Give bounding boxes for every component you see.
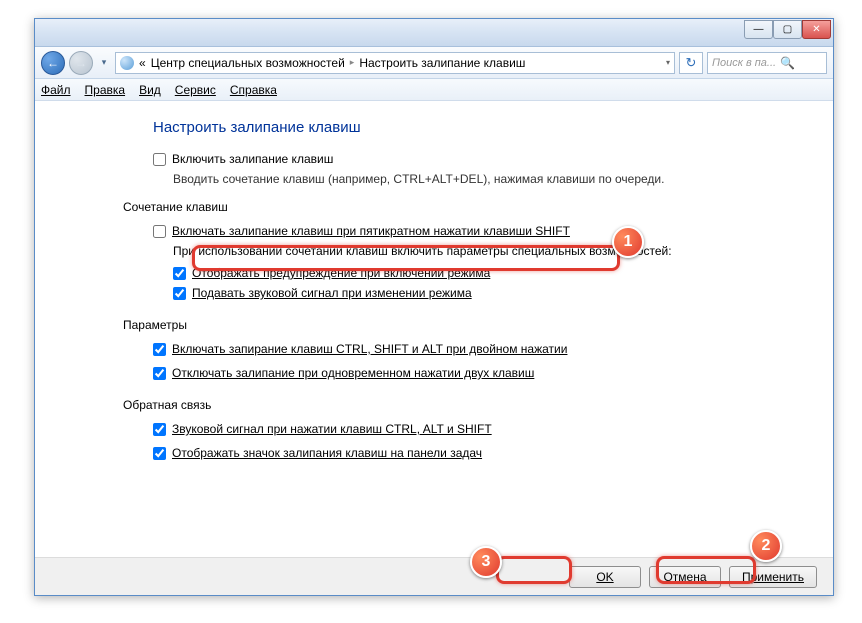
menu-edit[interactable]: Правка: [85, 83, 126, 97]
menubar: Файл Правка Вид Сервис Справка: [35, 79, 833, 101]
minimize-button[interactable]: —: [744, 20, 773, 39]
chevrons: «: [139, 56, 146, 70]
menu-help[interactable]: Справка: [230, 83, 277, 97]
off2-label: Отключать залипание при одновременном на…: [172, 366, 534, 380]
beep-checkbox[interactable]: [153, 423, 166, 436]
enable-sticky-label: Включить залипание клавиш: [172, 152, 333, 166]
group-params: Параметры: [123, 318, 809, 332]
menu-file[interactable]: Файл: [41, 83, 71, 97]
menu-tools[interactable]: Сервис: [175, 83, 216, 97]
shortcut-desc: При использовании сочетаний клавиш включ…: [173, 244, 809, 258]
search-icon: 🔍: [780, 56, 795, 70]
location-icon: [120, 56, 134, 70]
group-feedback: Обратная связь: [123, 398, 809, 412]
search-box[interactable]: Поиск в па... 🔍: [707, 52, 827, 74]
beep-label: Звуковой сигнал при нажатии клавиш CTRL,…: [172, 422, 492, 436]
tray-label: Отображать значок залипания клавиш на па…: [172, 446, 482, 460]
warn-checkbox[interactable]: [173, 267, 186, 280]
footer: OK Отмена Применить: [35, 557, 833, 595]
address-bar[interactable]: « Центр специальных возможностей ▸ Настр…: [115, 52, 675, 74]
apply-button[interactable]: Применить: [729, 566, 817, 588]
ok-button[interactable]: OK: [569, 566, 641, 588]
content: Настроить залипание клавиш Включить зали…: [35, 101, 833, 559]
window-buttons: — ▢ ✕: [744, 20, 831, 39]
warn-label: Отображать предупреждение при включении …: [192, 266, 490, 280]
enable-desc: Вводить сочетание клавиш (например, CTRL…: [173, 172, 809, 186]
back-button[interactable]: ←: [41, 51, 65, 75]
group-shortcut: Сочетание клавиш: [123, 200, 809, 214]
window: — ▢ ✕ ← → ▾ « Центр специальных возможно…: [34, 18, 834, 596]
sound-checkbox[interactable]: [173, 287, 186, 300]
navbar: ← → ▾ « Центр специальных возможностей ▸…: [35, 47, 833, 79]
titlebar: — ▢ ✕: [35, 19, 833, 47]
breadcrumb-2[interactable]: Настроить залипание клавиш: [359, 56, 525, 70]
menu-view[interactable]: Вид: [139, 83, 161, 97]
off2-checkbox[interactable]: [153, 367, 166, 380]
lock-label: Включать запирание клавиш CTRL, SHIFT и …: [172, 342, 567, 356]
shift5-label: Включать залипание клавиш при пятикратно…: [172, 224, 570, 238]
shift5-checkbox[interactable]: [153, 225, 166, 238]
breadcrumb-dropdown[interactable]: ▾: [666, 58, 670, 67]
maximize-button[interactable]: ▢: [773, 20, 802, 39]
close-button[interactable]: ✕: [802, 20, 831, 39]
refresh-button[interactable]: ↻: [679, 52, 703, 74]
forward-button[interactable]: →: [69, 51, 93, 75]
lock-checkbox[interactable]: [153, 343, 166, 356]
breadcrumb-sep: ▸: [350, 57, 355, 68]
search-placeholder: Поиск в па...: [712, 57, 776, 69]
nav-history-dropdown[interactable]: ▾: [97, 53, 111, 73]
breadcrumb-1[interactable]: Центр специальных возможностей: [151, 56, 345, 70]
sound-label: Подавать звуковой сигнал при изменении р…: [192, 286, 472, 300]
cancel-button[interactable]: Отмена: [649, 566, 721, 588]
tray-checkbox[interactable]: [153, 447, 166, 460]
enable-sticky-checkbox[interactable]: [153, 153, 166, 166]
page-title: Настроить залипание клавиш: [153, 119, 809, 136]
